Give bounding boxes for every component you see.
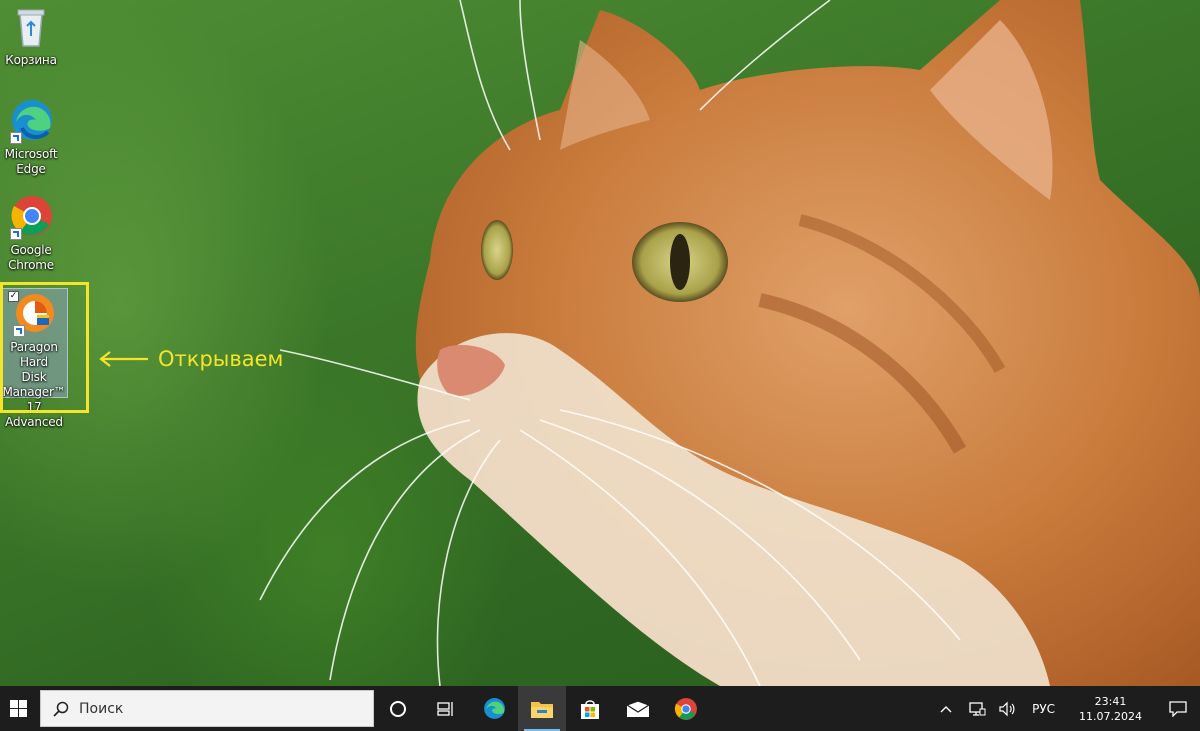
desktop-icon-microsoft-edge[interactable]: Microsoft Edge (0, 98, 64, 177)
annotation-callout: Открываем (98, 344, 283, 374)
taskbar-chrome-button[interactable] (662, 686, 710, 731)
start-button[interactable] (0, 686, 36, 731)
chrome-icon (674, 697, 697, 720)
file-explorer-icon (531, 701, 553, 718)
desktop-wallpaper (0, 0, 1200, 686)
mail-icon (626, 699, 650, 717)
notifications-icon (1169, 700, 1187, 717)
network-icon (969, 701, 986, 716)
taskbar-edge-button[interactable] (470, 686, 518, 731)
search-icon (53, 701, 69, 717)
shortcut-arrow-icon (10, 228, 22, 240)
desktop-icon-google-chrome[interactable]: Google Chrome (0, 194, 64, 273)
recycle-bin-label: Корзина (5, 53, 57, 67)
taskbar-mail-button[interactable] (614, 686, 662, 731)
taskbar-store-button[interactable] (566, 686, 614, 731)
chrome-icon (8, 194, 54, 240)
annotation-text: Открываем (158, 347, 284, 371)
clock-time: 23:41 (1094, 694, 1127, 708)
system-tray: РУС 23:41 11.07.2024 (930, 686, 1200, 731)
shortcut-arrow-icon (10, 132, 22, 144)
cortana-button[interactable] (374, 686, 422, 731)
taskbar: Поиск РУС 23:41 11.07.2024 (0, 686, 1200, 731)
action-center-button[interactable] (1156, 686, 1200, 731)
annotation-highlight-box (0, 282, 89, 413)
left-arrow-icon (99, 351, 148, 367)
speaker-icon (999, 701, 1015, 716)
volume-button[interactable] (992, 686, 1022, 731)
input-language-indicator[interactable]: РУС (1022, 686, 1065, 731)
recycle-bin-icon (8, 4, 54, 50)
edge-icon (484, 697, 505, 719)
cat-wallpaper-image (259, 0, 1200, 686)
task-view-icon (437, 701, 453, 716)
taskbar-file-explorer-button[interactable] (518, 686, 566, 731)
chrome-label: Google Chrome (8, 243, 54, 272)
show-hidden-icons-button[interactable] (930, 686, 962, 731)
clock[interactable]: 23:41 11.07.2024 (1065, 686, 1156, 731)
chevron-up-icon (940, 705, 952, 712)
task-view-button[interactable] (422, 686, 470, 731)
windows-logo-icon (9, 700, 27, 717)
clock-date: 11.07.2024 (1079, 709, 1142, 723)
edge-label: Microsoft Edge (4, 147, 58, 176)
store-icon (581, 699, 599, 719)
search-placeholder: Поиск (79, 700, 124, 717)
network-button[interactable] (962, 686, 992, 731)
desktop-icon-recycle-bin[interactable]: Корзина (0, 4, 64, 68)
taskbar-search-box[interactable]: Поиск (40, 690, 374, 727)
cortana-circle-icon (390, 700, 406, 717)
edge-icon (8, 98, 54, 144)
paragon-label-line-4: Advanced (5, 415, 63, 429)
